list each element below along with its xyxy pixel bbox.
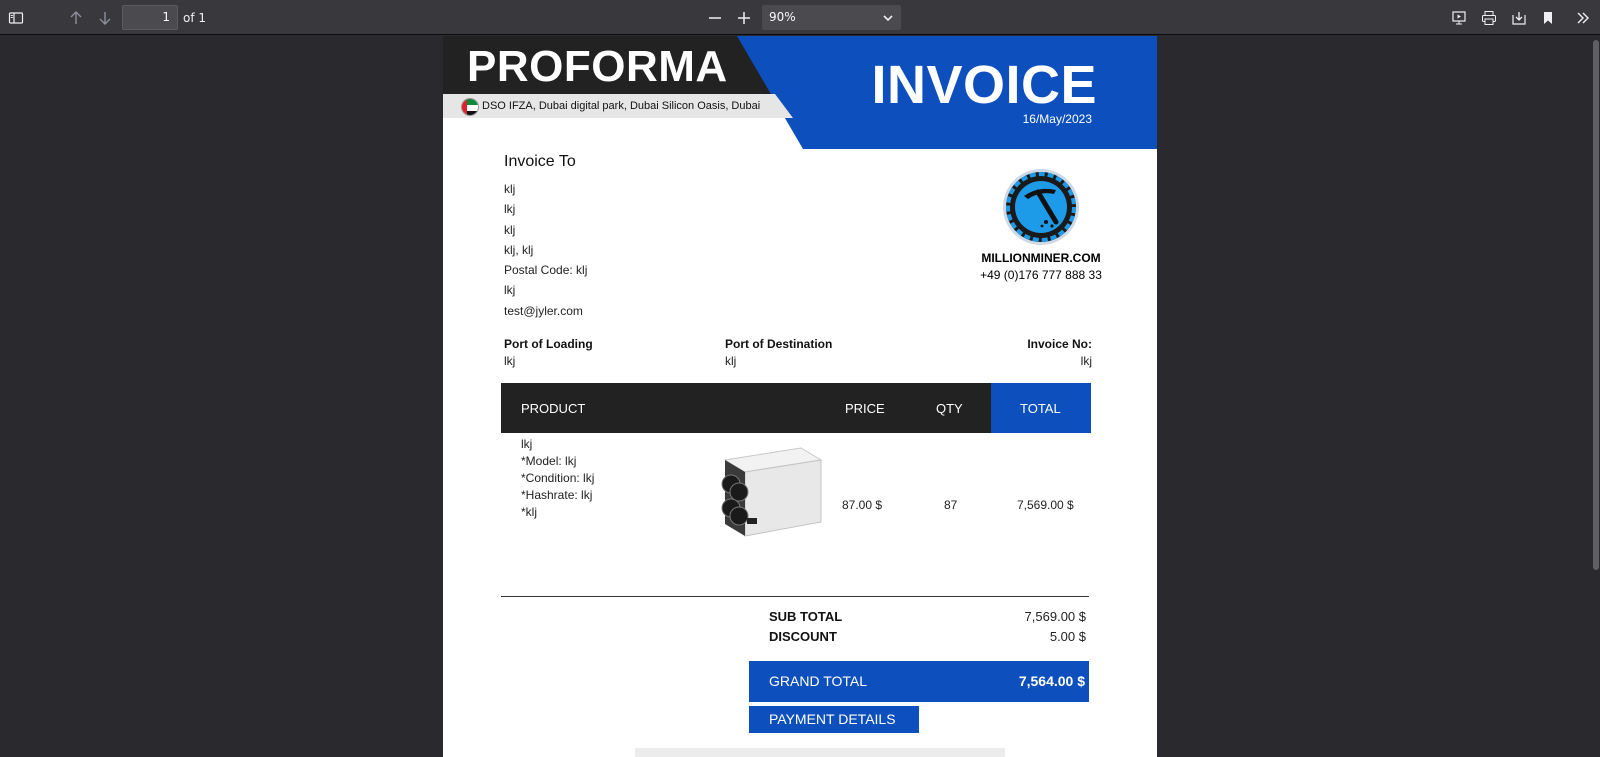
- arrow-down-icon[interactable]: [93, 6, 117, 30]
- payment-details-box: [635, 748, 1005, 757]
- arrow-up-icon[interactable]: [64, 6, 88, 30]
- print-icon[interactable]: [1477, 6, 1501, 30]
- zoom-select[interactable]: 90%: [762, 5, 901, 30]
- pdf-toolbar: 1 of 1 90%: [0, 0, 1600, 35]
- product-line: *Hashrate: lkj: [521, 488, 593, 502]
- product-description: lkj *Model: lkj *Condition: lkj *Hashrat…: [521, 436, 594, 521]
- double-chevron-right-icon[interactable]: [1571, 6, 1595, 30]
- item-qty: 87: [944, 498, 958, 512]
- product-line: *klj: [521, 505, 538, 519]
- uae-flag-icon: [461, 98, 479, 116]
- discount-label: DISCOUNT: [769, 629, 837, 644]
- invoice-to-line: klj, klj: [504, 242, 534, 257]
- invoice-date: 16/May/2023: [1022, 112, 1092, 126]
- zoom-value: 90%: [769, 10, 796, 24]
- brand-phone: +49 (0)176 777 888 33: [980, 268, 1102, 282]
- table-divider: [501, 596, 1089, 597]
- port-of-destination-label: Port of Destination: [725, 337, 833, 351]
- product-line: *Model: lkj: [521, 454, 577, 468]
- invoice-to-line: klj: [504, 222, 516, 237]
- payment-details-bar: PAYMENT DETAILS: [749, 706, 919, 733]
- invoice-title: INVOICE: [871, 55, 1097, 115]
- invoice-to-details: klj lkj klj klj, klj Postal Code: klj lk…: [504, 179, 587, 321]
- payment-details-label: PAYMENT DETAILS: [769, 711, 896, 727]
- column-header-product: PRODUCT: [521, 401, 586, 416]
- zoom-in-icon[interactable]: [732, 6, 756, 30]
- invoice-to-line: lkj: [504, 283, 516, 298]
- zoom-out-icon[interactable]: [703, 6, 727, 30]
- invoice-to-heading: Invoice To: [504, 153, 576, 170]
- product-line: lkj: [521, 437, 533, 451]
- invoice-no-label: Invoice No:: [1027, 337, 1092, 351]
- items-table-header: PRODUCT PRICE QTY TOTAL: [501, 383, 1091, 433]
- port-of-loading-value: lkj: [504, 354, 516, 368]
- subtotal-value: 7,569.00 $: [1024, 609, 1086, 624]
- column-header-qty: QTY: [936, 401, 963, 416]
- invoice-to-line: klj: [504, 182, 516, 196]
- asic-miner-image: [721, 447, 823, 537]
- brand-name: MILLIONMINER.COM: [981, 251, 1101, 265]
- presentation-icon[interactable]: [1447, 6, 1471, 30]
- page-count-label: of 1: [183, 11, 207, 25]
- vertical-scrollbar[interactable]: [1592, 36, 1600, 757]
- grand-total-bar: GRAND TOTAL 7,564.00 $: [749, 661, 1089, 702]
- port-of-loading-label: Port of Loading: [504, 337, 593, 351]
- invoice-to-line: lkj: [504, 202, 516, 217]
- item-total: 7,569.00 $: [1017, 498, 1074, 512]
- item-price: 87.00 $: [842, 498, 883, 512]
- pdf-page: PROFORMA DSO IFZA, Dubai digital park, D…: [443, 36, 1157, 757]
- download-icon[interactable]: [1507, 6, 1531, 30]
- port-of-destination-value: klj: [725, 354, 737, 368]
- scrollbar-thumb[interactable]: [1593, 40, 1599, 570]
- invoice-to-line: Postal Code: klj: [504, 263, 588, 278]
- page-number-input[interactable]: 1: [122, 5, 178, 30]
- discount-value: 5.00 $: [1049, 629, 1086, 644]
- millionminer-logo-icon: [1003, 169, 1079, 245]
- company-address: DSO IFZA, Dubai digital park, Dubai Sili…: [482, 100, 761, 112]
- grand-total-value: 7,564.00 $: [1018, 673, 1085, 689]
- column-header-price: PRICE: [845, 401, 885, 416]
- bookmark-icon[interactable]: [1536, 6, 1560, 30]
- chevron-down-icon: [883, 5, 893, 33]
- column-header-total: TOTAL: [1020, 401, 1061, 416]
- invoice-to-email: test@jyler.com: [504, 303, 583, 318]
- sidebar-toggle-icon[interactable]: [4, 6, 28, 30]
- invoice-no-value: lkj: [1080, 354, 1092, 368]
- product-line: *Condition: lkj: [521, 471, 595, 485]
- proforma-title: PROFORMA: [467, 42, 728, 91]
- grand-total-label: GRAND TOTAL: [769, 673, 868, 689]
- subtotal-label: SUB TOTAL: [769, 609, 843, 624]
